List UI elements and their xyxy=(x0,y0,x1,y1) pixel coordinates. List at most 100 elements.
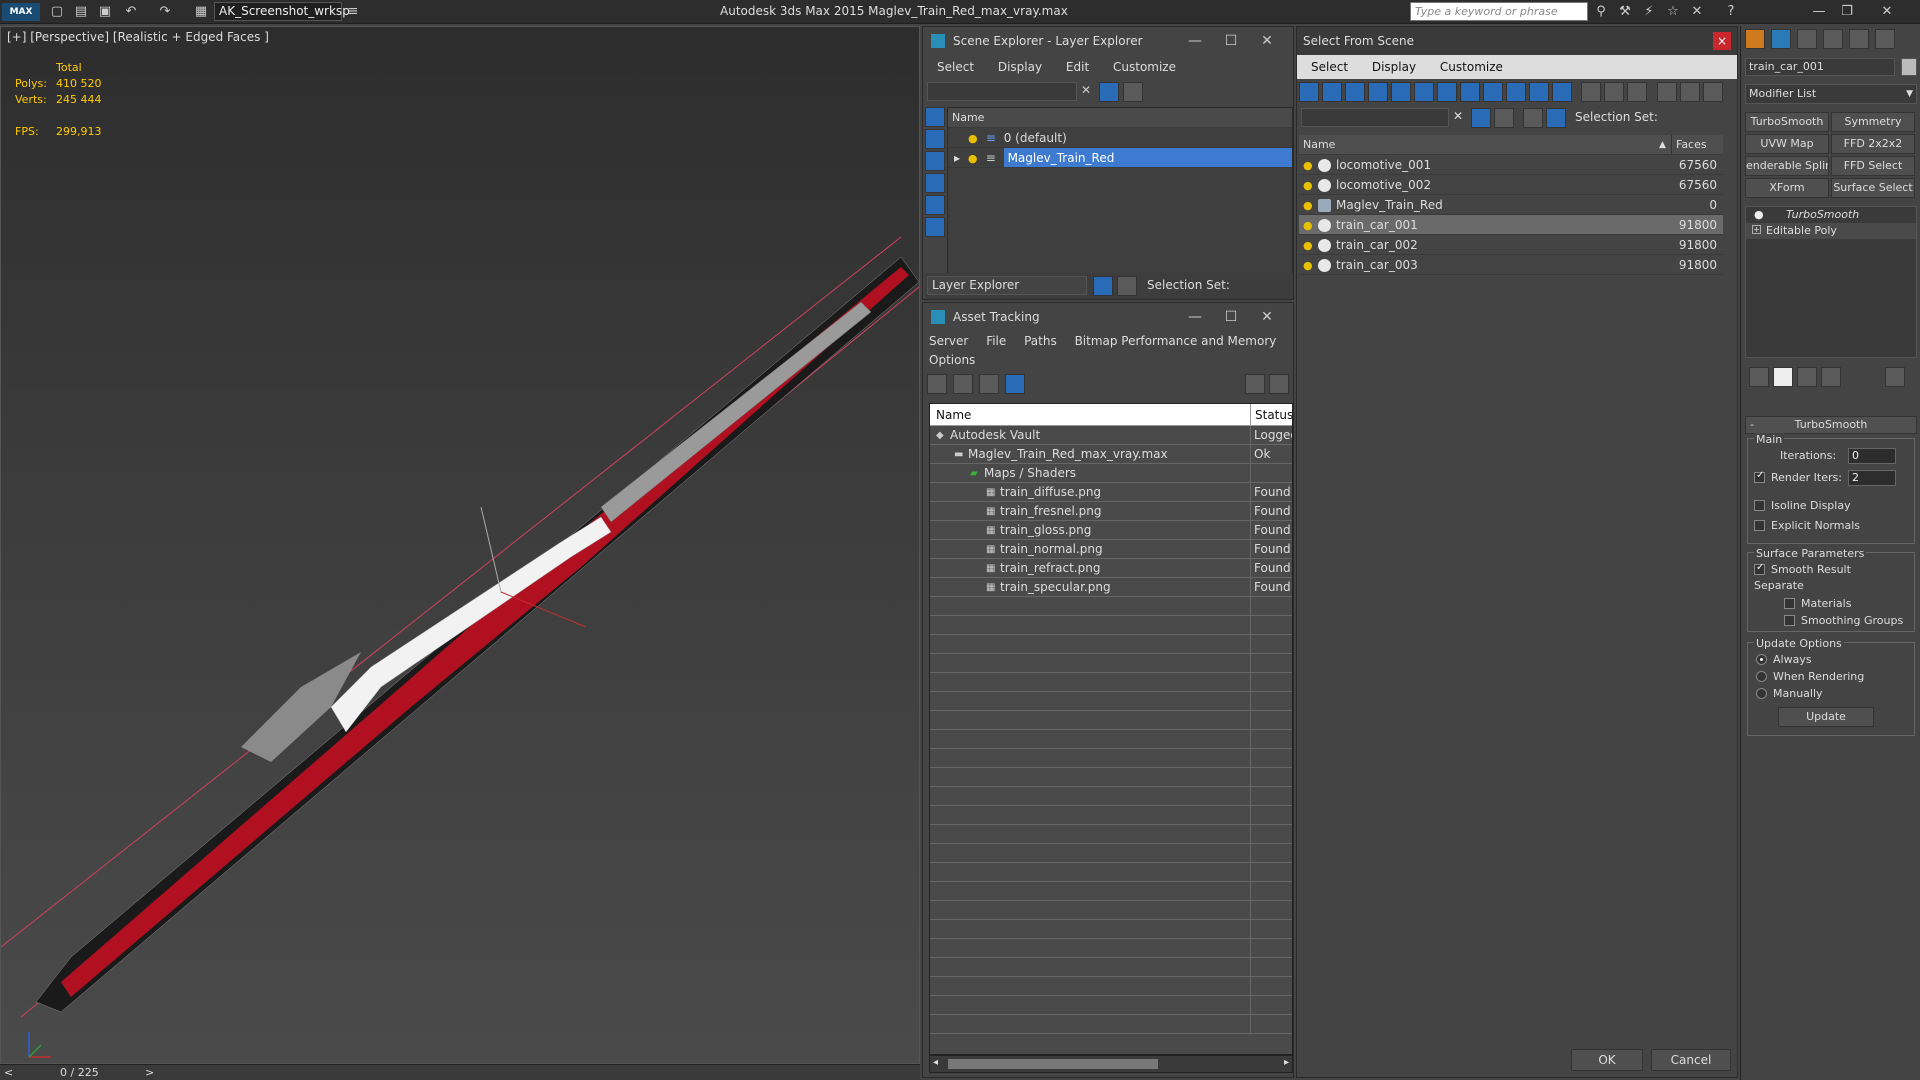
isoline-checkbox[interactable] xyxy=(1754,499,1765,511)
bulb-icon[interactable]: ● xyxy=(1303,260,1313,272)
display-all-icon[interactable] xyxy=(925,107,945,127)
ok-button[interactable]: OK xyxy=(1571,1049,1643,1071)
scene-explorer-search[interactable] xyxy=(927,82,1077,101)
manually-row[interactable]: Manually xyxy=(1756,687,1823,700)
asset-row-empty[interactable] xyxy=(930,825,1292,844)
object-row[interactable]: ● locomotive_002 67560 xyxy=(1299,175,1723,195)
layer-row[interactable]: ▸ ● ≡ Maglev_Train_Red xyxy=(948,148,1292,168)
restore-icon[interactable]: ❐ xyxy=(1838,3,1856,21)
object-row[interactable]: ● Maglev_Train_Red 0 xyxy=(1299,195,1723,215)
explorer-type-dropdown[interactable]: Layer Explorer xyxy=(927,276,1087,295)
stack-item[interactable]: + Editable Poly xyxy=(1746,223,1916,239)
display-cameras-icon[interactable] xyxy=(925,195,945,215)
object-row[interactable]: ● train_car_001 91800 xyxy=(1299,215,1723,235)
scroll-right-icon[interactable]: ▸ xyxy=(1284,1057,1289,1068)
render-iters-checkbox[interactable] xyxy=(1754,470,1765,483)
expand-plus-icon[interactable]: + xyxy=(1752,225,1761,234)
filter-funnel-icon[interactable] xyxy=(1657,82,1677,102)
asset-row-empty[interactable] xyxy=(930,749,1292,768)
show-end-result-icon[interactable] xyxy=(1773,367,1793,387)
renderable-spline-button[interactable]: enderable Splin xyxy=(1745,156,1829,176)
utilities-tab-icon[interactable] xyxy=(1875,29,1895,49)
maximize-icon[interactable]: ☐ xyxy=(1213,27,1249,55)
smoothing-groups-row[interactable]: Smoothing Groups xyxy=(1784,614,1903,627)
smoothing-groups-checkbox[interactable] xyxy=(1784,614,1795,626)
favorites-icon[interactable]: ☆ xyxy=(1664,3,1682,21)
asset-row-empty[interactable] xyxy=(930,901,1292,920)
isoline-row[interactable]: Isoline Display xyxy=(1754,499,1851,512)
project-folder-icon[interactable]: ▦ xyxy=(192,3,210,21)
sfs-layer-icon[interactable] xyxy=(1494,108,1514,128)
ffd-button[interactable]: FFD 2x2x2 xyxy=(1831,134,1915,154)
clear-search-icon[interactable]: ✕ xyxy=(1081,83,1091,97)
turbosmooth-button[interactable]: TurboSmooth xyxy=(1745,112,1829,132)
asset-row-empty[interactable] xyxy=(930,711,1292,730)
save-icon[interactable]: ▣ xyxy=(96,3,114,21)
update-button[interactable]: Update xyxy=(1778,707,1874,727)
col-name-header[interactable]: Name xyxy=(948,108,1292,128)
manually-radio[interactable] xyxy=(1756,687,1767,699)
asset-row[interactable]: ◆ Autodesk Vault Logged xyxy=(930,426,1292,445)
display-geometry-icon[interactable] xyxy=(925,129,945,149)
undo-icon[interactable]: ↶ xyxy=(122,3,140,21)
modify-tab-icon[interactable] xyxy=(1771,29,1791,49)
layer-row[interactable]: ● ≡ 0 (default) xyxy=(948,128,1292,148)
menu-customize[interactable]: Customize xyxy=(1113,60,1176,74)
menu-display[interactable]: Display xyxy=(998,60,1042,74)
bulb-icon[interactable]: ● xyxy=(1303,240,1313,252)
filter-groups-icon[interactable] xyxy=(1437,82,1457,102)
asset-row-empty[interactable] xyxy=(930,939,1292,958)
minimize-icon[interactable]: — xyxy=(1177,27,1213,55)
iterations-spinner[interactable]: 0 xyxy=(1848,448,1896,464)
asset-row-empty[interactable] xyxy=(930,768,1292,787)
select-invert-icon[interactable] xyxy=(1627,82,1647,102)
bulb-icon[interactable]: ● xyxy=(968,153,978,165)
bulb-icon[interactable]: ● xyxy=(1303,220,1313,232)
scroll-left-icon[interactable]: ◂ xyxy=(933,1057,938,1068)
create-tab-icon[interactable] xyxy=(1745,29,1765,49)
close-icon[interactable]: × xyxy=(1713,32,1731,50)
col-name-header[interactable]: Name xyxy=(930,408,971,422)
close-icon[interactable]: ✕ xyxy=(1249,303,1285,331)
menu-select[interactable]: Select xyxy=(1311,60,1348,74)
maximize-icon[interactable]: ☐ xyxy=(1213,303,1249,331)
asset-row-empty[interactable] xyxy=(930,958,1292,977)
asset-row-empty[interactable] xyxy=(930,1015,1292,1034)
asset-row[interactable]: ▦ train_normal.png Found xyxy=(930,540,1292,559)
menu-options[interactable]: Options xyxy=(929,353,975,367)
object-row[interactable]: ● locomotive_001 67560 xyxy=(1299,155,1723,175)
refresh-icon[interactable] xyxy=(927,374,947,394)
asset-row-empty[interactable] xyxy=(930,730,1292,749)
col-name-header[interactable]: Name xyxy=(1299,138,1335,151)
explicit-normals-row[interactable]: Explicit Normals xyxy=(1754,519,1860,532)
asset-row[interactable]: ▦ train_fresnel.png Found xyxy=(930,502,1292,521)
time-next-button[interactable]: > xyxy=(145,1066,154,1079)
workspace-menu-icon[interactable]: ≡ xyxy=(344,3,362,21)
col-faces-header[interactable]: Faces xyxy=(1671,135,1707,154)
symmetry-button[interactable]: Symmetry xyxy=(1831,112,1915,132)
connect-icon[interactable]: ⚡ xyxy=(1640,3,1658,21)
filter-frozen-icon[interactable] xyxy=(1529,82,1549,102)
materials-row[interactable]: Materials xyxy=(1784,597,1851,610)
motion-tab-icon[interactable] xyxy=(1823,29,1843,49)
render-iters-spinner[interactable]: 2 xyxy=(1848,470,1896,486)
stack-item[interactable]: ● TurboSmooth xyxy=(1746,207,1916,223)
display-lights-icon[interactable] xyxy=(925,173,945,193)
minimize-icon[interactable]: — xyxy=(1177,303,1213,331)
object-color-swatch[interactable] xyxy=(1901,58,1917,76)
asset-row-empty[interactable] xyxy=(930,616,1292,635)
asset-row[interactable]: ▦ train_gloss.png Found xyxy=(930,521,1292,540)
thumbnail-view-icon[interactable] xyxy=(979,374,999,394)
always-radio[interactable] xyxy=(1756,653,1767,665)
layer-filter-icon[interactable] xyxy=(1123,82,1143,102)
time-prev-button[interactable]: < xyxy=(4,1066,13,1079)
bulb-icon[interactable]: ● xyxy=(1303,200,1313,212)
filter-spacewarps-icon[interactable] xyxy=(1414,82,1434,102)
turbosmooth-rollout-header[interactable]: - TurboSmooth xyxy=(1745,416,1917,434)
hierarchy-tab-icon[interactable] xyxy=(1797,29,1817,49)
filter-geometry-icon[interactable] xyxy=(1299,82,1319,102)
xform-button[interactable]: XForm xyxy=(1745,178,1829,198)
bulb-icon[interactable]: ● xyxy=(968,133,978,145)
menu-edit[interactable]: Edit xyxy=(1066,60,1089,74)
asset-row-empty[interactable] xyxy=(930,654,1292,673)
